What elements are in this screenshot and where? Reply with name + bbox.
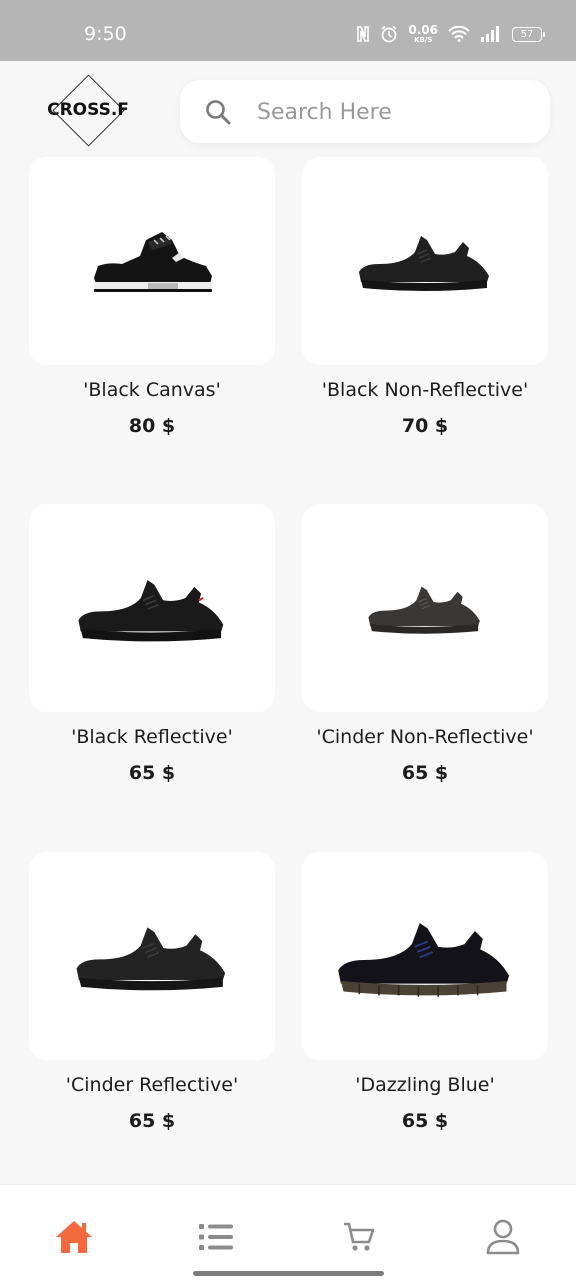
sneaker-icon xyxy=(368,586,480,634)
product-name: 'Cinder Reflective' xyxy=(65,1074,239,1096)
product-image[interactable] xyxy=(29,504,275,712)
logo-text: CROSS.F xyxy=(47,100,129,120)
product-card[interactable]: 'Black Reflective' 65 $ xyxy=(29,504,275,784)
net-speed-unit: KB/S xyxy=(414,36,433,44)
product-name: 'Dazzling Blue' xyxy=(355,1074,495,1096)
product-name: 'Cinder Non-Reflective' xyxy=(316,726,534,748)
product-card[interactable]: 'Black Non-Reflective' 70 $ xyxy=(302,157,548,437)
product-card[interactable]: 'Black Canvas' 80 $ xyxy=(29,157,275,437)
product-image[interactable] xyxy=(29,852,275,1060)
signal-icon xyxy=(481,26,499,42)
nfc-icon xyxy=(357,26,370,42)
product-price: 65 $ xyxy=(401,1110,449,1132)
search-bar[interactable] xyxy=(180,80,550,143)
battery-level: 57 xyxy=(520,28,534,40)
product-price: 65 $ xyxy=(401,762,449,784)
product-card[interactable]: 'Dazzling Blue' 65 $ xyxy=(302,852,548,1132)
alarm-icon xyxy=(381,25,397,43)
product-price: 65 $ xyxy=(128,762,176,784)
search-icon xyxy=(206,100,231,125)
nav-profile[interactable] xyxy=(481,1215,525,1259)
product-image[interactable] xyxy=(302,852,548,1060)
status-icons: 0.06 KB/S 57 xyxy=(356,24,545,44)
search-input[interactable] xyxy=(255,94,529,130)
list-icon xyxy=(199,1224,233,1250)
status-time: 9:50 xyxy=(84,23,127,45)
cart-icon xyxy=(344,1222,375,1251)
nav-list[interactable] xyxy=(194,1215,238,1259)
product-card[interactable]: 'Cinder Non-Reflective' 65 $ xyxy=(302,504,548,784)
profile-icon xyxy=(486,1219,520,1255)
product-name: 'Black Canvas' xyxy=(83,379,221,401)
wifi-icon xyxy=(448,26,470,42)
net-speed-value: 0.06 xyxy=(408,23,438,37)
product-image[interactable] xyxy=(302,157,548,365)
product-card[interactable]: 'Cinder Reflective' 65 $ xyxy=(29,852,275,1132)
sneaker-icon xyxy=(338,923,510,997)
product-image[interactable] xyxy=(29,157,275,365)
home-icon xyxy=(56,1221,92,1253)
nav-home[interactable] xyxy=(52,1215,96,1259)
product-price: 70 $ xyxy=(401,415,449,437)
sneaker-icon xyxy=(94,232,212,292)
bottom-nav xyxy=(0,1184,576,1281)
sneaker-icon xyxy=(359,236,489,291)
logo: CROSS.F xyxy=(40,74,136,147)
home-indicator[interactable] xyxy=(193,1271,384,1276)
battery-icon: 57 xyxy=(512,26,545,42)
net-speed: 0.06 KB/S xyxy=(408,24,438,44)
sneaker-icon xyxy=(76,927,226,991)
product-price: 80 $ xyxy=(128,415,176,437)
nav-cart[interactable] xyxy=(337,1215,381,1259)
product-name: 'Black Reflective' xyxy=(71,726,233,748)
sneaker-icon xyxy=(78,580,224,642)
product-name: 'Black Non-Reflective' xyxy=(321,379,529,401)
status-bar: 9:50 0.06 KB/S 57 xyxy=(0,0,576,61)
product-price: 65 $ xyxy=(128,1110,176,1132)
product-image[interactable] xyxy=(302,504,548,712)
